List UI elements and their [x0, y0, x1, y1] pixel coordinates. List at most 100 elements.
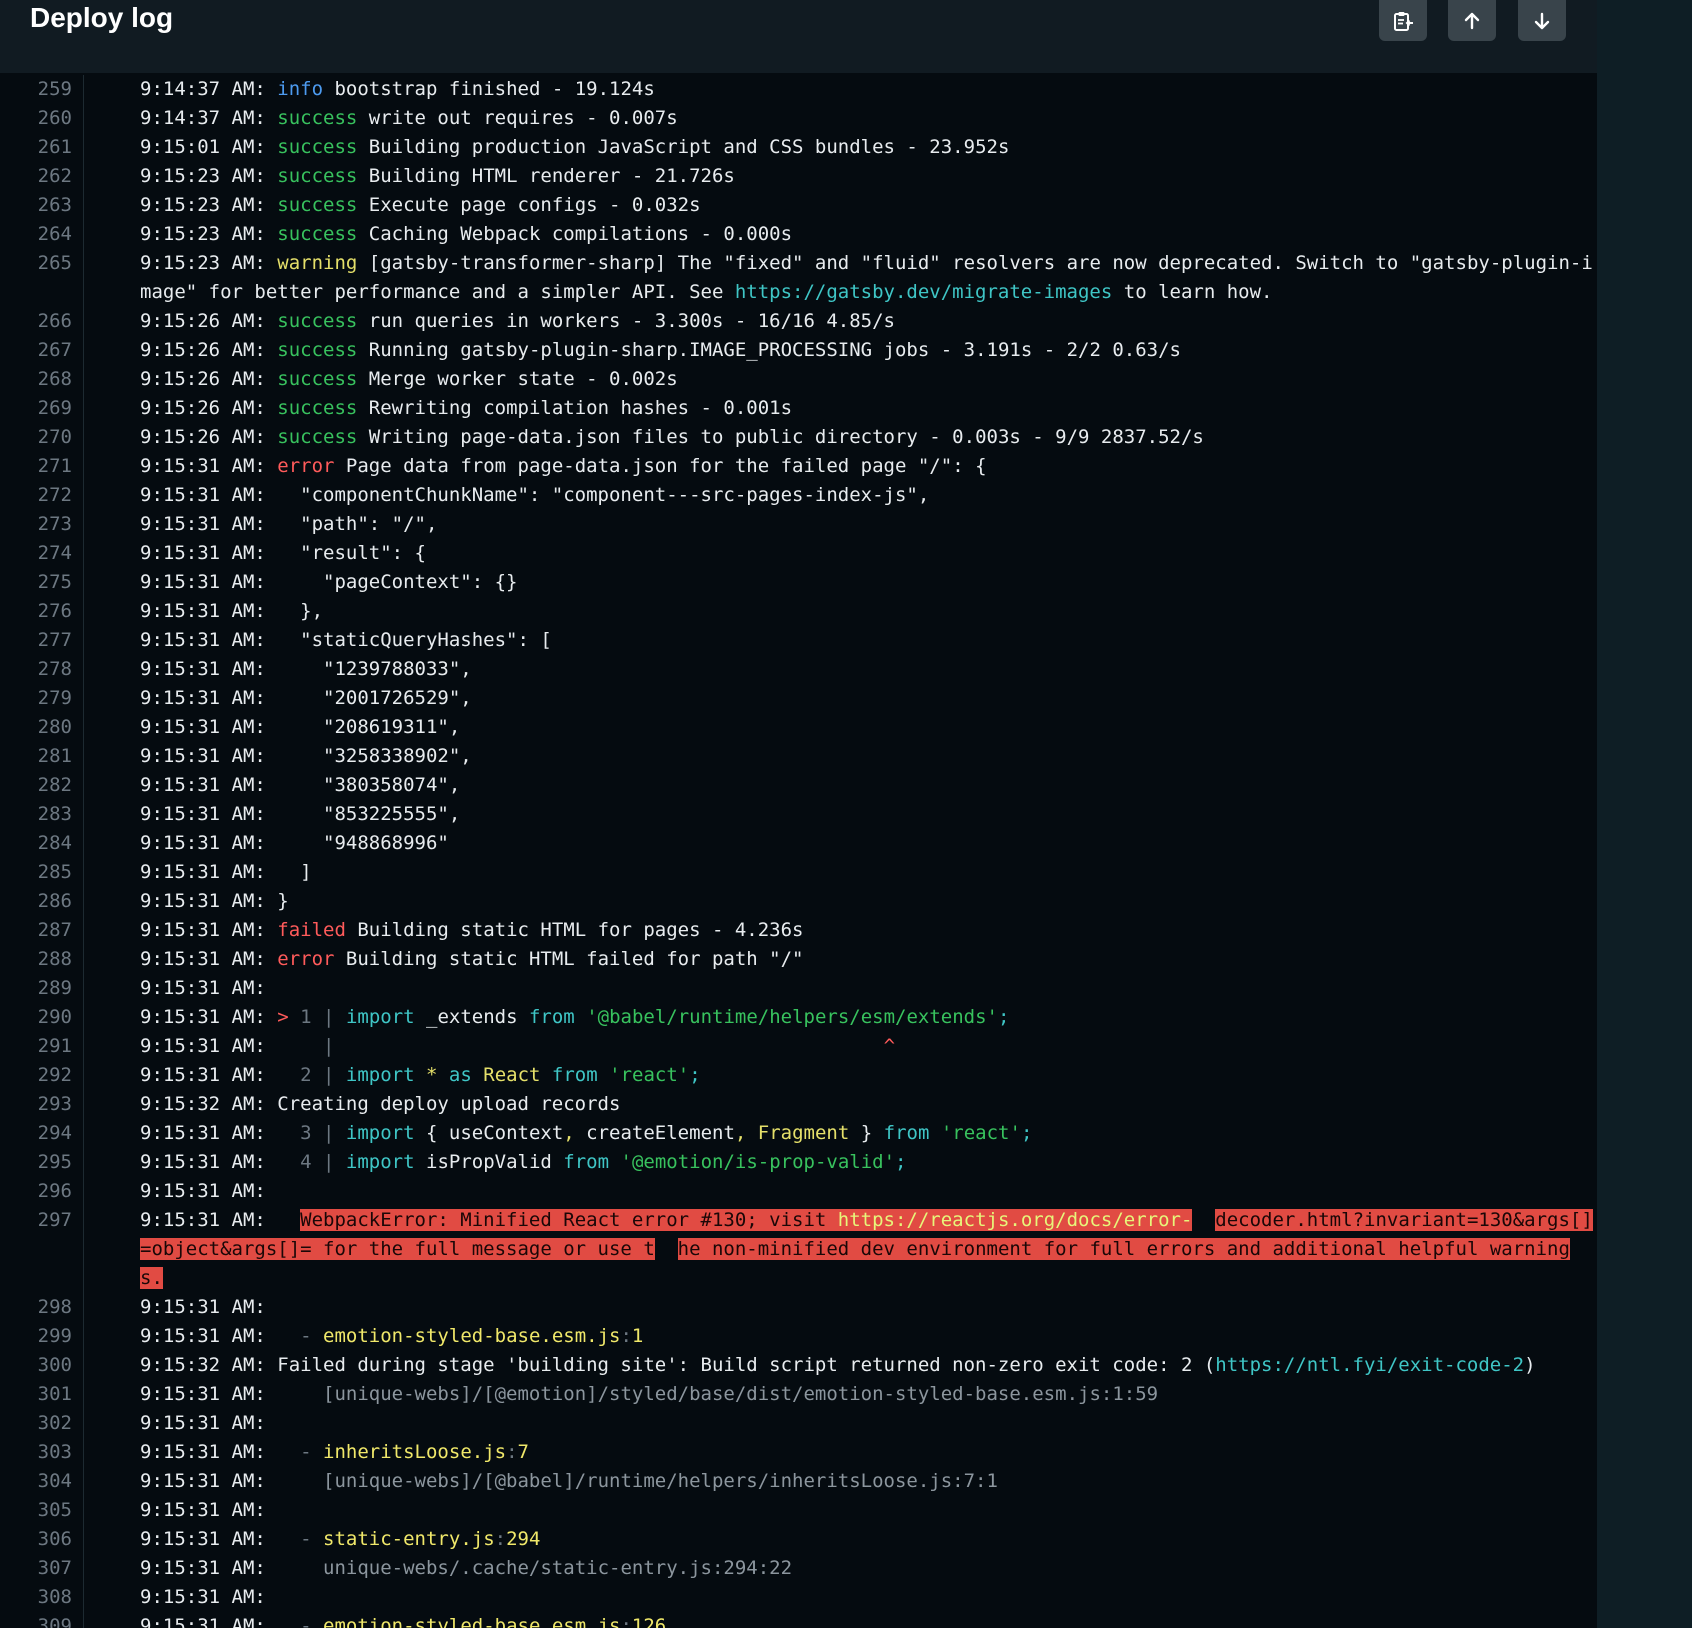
log-text: 9:15:31 AM:	[140, 1441, 301, 1463]
log-error-text: error	[277, 455, 335, 477]
log-kw-text: from	[563, 1151, 610, 1173]
log-line: 293 9:15:32 AM: Creating deploy upload re…	[0, 1090, 1597, 1119]
log-line-text: 9:15:31 AM: > 1 | import _extends from '…	[84, 1003, 1597, 1032]
log-line-text: 9:15:31 AM: 3 | import { useContext, cre…	[84, 1119, 1597, 1148]
log-line: 287 9:15:31 AM: failed Building static HT…	[0, 916, 1597, 945]
page-title: Deploy log	[30, 2, 174, 33]
log-file-text: emotion-styled-base.esm.js	[323, 1615, 621, 1628]
log-link[interactable]: https://ntl.fyi/exit-code-2	[1215, 1354, 1524, 1376]
log-line: 261 9:15:01 AM: success Building producti…	[0, 133, 1597, 162]
deploy-log-panel: Deploy log 259 9:14:37 AM: info bootstra…	[0, 0, 1597, 1628]
log-line: 266 9:15:26 AM: success run queries in wo…	[0, 307, 1597, 336]
log-kw-text: ;	[895, 1151, 907, 1173]
log-text: 9:15:31 AM:	[140, 1615, 301, 1628]
log-line-text: 9:15:26 AM: success Running gatsby-plugi…	[84, 336, 1597, 365]
log-str-text: 'react'	[609, 1064, 690, 1086]
line-number: 259	[0, 75, 84, 104]
log-mark-text: >	[277, 1006, 289, 1028]
log-kw-text: ;	[1020, 1122, 1033, 1144]
log-kw-text: import	[345, 1006, 415, 1028]
log-text: }	[849, 1122, 884, 1144]
log-line: 271 9:15:31 AM: error Page data from page…	[0, 452, 1597, 481]
scroll-to-top-button[interactable]	[1448, 0, 1496, 41]
log-text: Caching Webpack compilations - 0.000s	[357, 223, 793, 245]
line-number: 266	[0, 307, 84, 336]
log-line-text: 9:15:31 AM: "208619311",	[84, 713, 1597, 742]
line-number: 285	[0, 858, 84, 887]
log-line: 280 9:15:31 AM: "208619311",	[0, 713, 1597, 742]
line-number: 283	[0, 800, 84, 829]
line-number: 268	[0, 365, 84, 394]
line-number: 296	[0, 1177, 84, 1206]
line-number: 290	[0, 1003, 84, 1032]
log-text: 9:14:37 AM:	[140, 78, 278, 100]
log-output[interactable]: 259 9:14:37 AM: info bootstrap finished -…	[0, 75, 1597, 1628]
line-number: 284	[0, 829, 84, 858]
log-link[interactable]: https://reactjs.org/docs/error-	[837, 1209, 1193, 1231]
log-line: 284 9:15:31 AM: "948868996"	[0, 829, 1597, 858]
log-line: 291 9:15:31 AM: | ^	[0, 1032, 1597, 1061]
log-success-text: success	[277, 107, 358, 129]
log-line-text: 9:15:31 AM: "componentChunkName": "compo…	[84, 481, 1597, 510]
line-number: 305	[0, 1496, 84, 1525]
log-text: 9:15:31 AM:	[140, 1470, 324, 1492]
log-line: 292 9:15:31 AM: 2 | import * as React fro…	[0, 1061, 1597, 1090]
line-number: 270	[0, 423, 84, 452]
log-text: 9:15:31 AM:	[140, 919, 278, 941]
log-path-text: unique-webs/.cache/static-entry.js:294:2…	[323, 1557, 793, 1579]
line-number: 302	[0, 1409, 84, 1438]
log-line: 263 9:15:23 AM: success Execute page conf…	[0, 191, 1597, 220]
line-number: 263	[0, 191, 84, 220]
line-number: 276	[0, 597, 84, 626]
log-text: 9:15:31 AM:	[140, 1383, 324, 1405]
log-line-text: 9:15:31 AM: 4 | import isPropValid from …	[84, 1148, 1597, 1177]
log-gut-text: |	[323, 1035, 335, 1057]
log-line: 275 9:15:31 AM: "pageContext": {}	[0, 568, 1597, 597]
log-line-text: 9:15:31 AM: | ^	[84, 1032, 1597, 1061]
log-line: 303 9:15:31 AM: - inheritsLoose.js:7	[0, 1438, 1597, 1467]
log-line: 301 9:15:31 AM: [unique-webs]/[@emotion]/…	[0, 1380, 1597, 1409]
line-number: 262	[0, 162, 84, 191]
log-gut-text: :	[620, 1615, 632, 1628]
log-text: 9:15:01 AM:	[140, 136, 278, 158]
log-line: 296 9:15:31 AM:	[0, 1177, 1597, 1206]
log-line: 279 9:15:31 AM: "2001726529",	[0, 684, 1597, 713]
log-line: 285 9:15:31 AM: ]	[0, 858, 1597, 887]
log-line-text: 9:15:31 AM:	[84, 1293, 1597, 1322]
log-str-text: '@babel/runtime/helpers/esm/extends'	[586, 1006, 998, 1028]
log-text: 9:15:23 AM:	[140, 223, 278, 245]
log-line: 267 9:15:26 AM: success Running gatsby-pl…	[0, 336, 1597, 365]
log-line-text: 9:15:31 AM: unique-webs/.cache/static-en…	[84, 1554, 1597, 1583]
log-text: Building static HTML for pages - 4.236s	[345, 919, 804, 941]
log-success-text: success	[277, 223, 358, 245]
copy-log-button[interactable]	[1379, 0, 1427, 41]
line-number: 308	[0, 1583, 84, 1612]
log-text: 9:15:31 AM:	[140, 1557, 324, 1579]
line-number: 293	[0, 1090, 84, 1119]
line-number: 275	[0, 568, 84, 597]
log-line: 274 9:15:31 AM: "result": {	[0, 539, 1597, 568]
log-line-text: 9:15:31 AM: "pageContext": {}	[84, 568, 1597, 597]
log-line: 299 9:15:31 AM: - emotion-styled-base.esm…	[0, 1322, 1597, 1351]
log-text: 9:15:31 AM: "853225555",	[140, 803, 461, 825]
log-cls-text: *	[426, 1064, 438, 1086]
log-text: 9:15:31 AM: "pageContext": {}	[140, 571, 518, 593]
scroll-to-bottom-button[interactable]	[1518, 0, 1566, 41]
line-number: 281	[0, 742, 84, 771]
line-number: 297	[0, 1206, 84, 1293]
line-number: 279	[0, 684, 84, 713]
line-number: 301	[0, 1380, 84, 1409]
line-number: 298	[0, 1293, 84, 1322]
log-text: Building static HTML failed for path "/"	[334, 948, 804, 970]
log-line: 309 9:15:31 AM: - emotion-styled-base.esm…	[0, 1612, 1597, 1628]
log-text: 9:15:26 AM:	[140, 310, 278, 332]
log-link[interactable]: https://gatsby.dev/migrate-images	[735, 281, 1113, 303]
log-text: 9:15:31 AM: "staticQueryHashes": [	[140, 629, 552, 651]
log-success-text: success	[277, 165, 358, 187]
log-text: 9:15:23 AM:	[140, 194, 278, 216]
log-line: 269 9:15:26 AM: success Rewriting compila…	[0, 394, 1597, 423]
log-text: 9:15:26 AM:	[140, 426, 278, 448]
